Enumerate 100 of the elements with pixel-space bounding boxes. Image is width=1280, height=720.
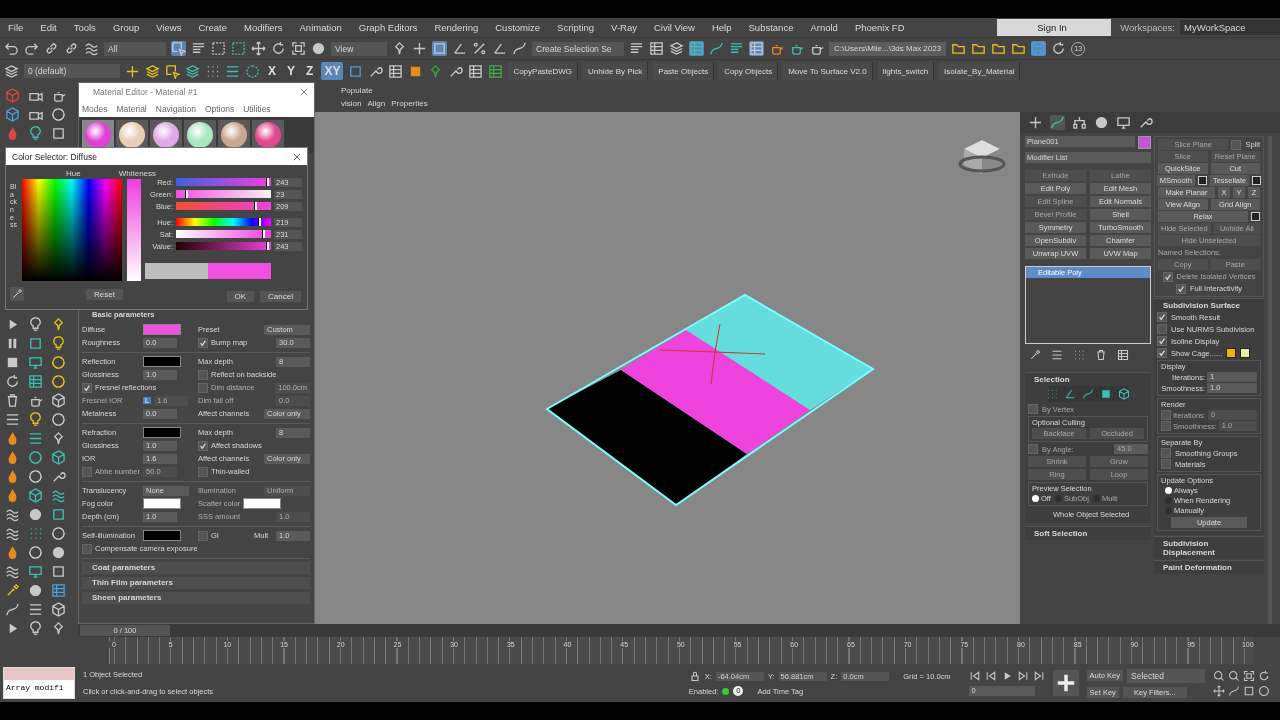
skip-forward-icon[interactable] — [1016, 670, 1029, 682]
redo-icon[interactable] — [24, 41, 39, 56]
reset-button[interactable]: Reset — [86, 288, 123, 300]
square-icon[interactable] — [1100, 388, 1112, 400]
list-icon[interactable] — [629, 41, 644, 56]
menu-item[interactable]: Create — [198, 22, 227, 33]
viewport[interactable] — [315, 112, 1020, 624]
lines-icon[interactable] — [28, 431, 43, 446]
ribbon-item[interactable]: vision — [341, 99, 362, 108]
settings-toggle-icon[interactable] — [1251, 212, 1260, 221]
table-icon[interactable] — [488, 63, 504, 79]
lines-icon[interactable] — [225, 63, 240, 79]
script-button[interactable]: Isolate_By_Material — [939, 62, 1021, 80]
curve-icon[interactable] — [709, 41, 724, 56]
cube-icon[interactable] — [28, 488, 43, 503]
angle-icon[interactable] — [452, 41, 467, 56]
pin-icon[interactable] — [51, 621, 66, 636]
checkbox[interactable] — [1157, 312, 1167, 322]
pin-icon[interactable] — [51, 431, 66, 446]
channel-slider[interactable] — [176, 230, 271, 238]
axis-constraint-button[interactable]: X — [265, 62, 279, 80]
ribbon-item[interactable]: Properties — [391, 99, 428, 108]
eyedropper-icon[interactable] — [1029, 349, 1041, 361]
checkbox[interactable] — [82, 543, 92, 554]
square-icon[interactable] — [28, 336, 43, 351]
ok-button[interactable]: OK — [226, 291, 255, 302]
color-swatch[interactable] — [143, 530, 181, 541]
move-icon[interactable] — [251, 41, 266, 56]
menu-item[interactable]: Help — [711, 22, 732, 33]
listener-input-field[interactable]: Array modifi — [4, 680, 74, 698]
selection-set-dropdown[interactable]: Create Selection Se — [532, 41, 624, 56]
folder-icon[interactable] — [1011, 41, 1027, 56]
chain-icon[interactable] — [44, 41, 59, 56]
hierarchy-icon[interactable] — [1072, 115, 1087, 130]
menu-item[interactable]: Phoenix FD — [854, 22, 905, 33]
cube-icon[interactable] — [51, 602, 66, 617]
rollout-header[interactable]: Subdivision Surface — [1157, 301, 1261, 310]
menu-item[interactable]: Options — [204, 104, 235, 114]
checkbox[interactable] — [1028, 404, 1038, 414]
monitor-icon[interactable] — [28, 355, 43, 370]
eyedropper-icon[interactable] — [10, 287, 24, 301]
axis-constraint-button[interactable]: Z — [303, 62, 317, 80]
channel-slider[interactable] — [176, 218, 271, 226]
checkbox[interactable] — [82, 382, 92, 393]
dot-grid-icon[interactable] — [28, 526, 43, 541]
checkbox[interactable] — [198, 440, 208, 451]
menu-item[interactable]: Substance — [748, 22, 794, 33]
checkbox[interactable] — [1161, 410, 1171, 420]
bulb-icon[interactable] — [28, 621, 43, 636]
close-icon[interactable] — [300, 88, 308, 96]
settings-toggle-icon[interactable] — [1197, 176, 1207, 185]
layers-icon[interactable] — [145, 63, 160, 79]
script-button[interactable]: CopyPasteDWG — [508, 62, 579, 80]
checkbox[interactable] — [1157, 324, 1167, 334]
squiggle-icon[interactable] — [51, 488, 66, 503]
rotate-icon[interactable] — [5, 374, 20, 389]
square-icon[interactable] — [51, 126, 66, 141]
script-button[interactable]: Unhide By Pick — [583, 62, 649, 80]
eyedropper-icon[interactable] — [5, 583, 20, 598]
dashed-square-icon[interactable] — [231, 41, 246, 56]
lines-icon[interactable] — [5, 412, 20, 427]
rollout-header[interactable]: Selection — [1028, 375, 1148, 384]
menu-item[interactable]: Scripting — [557, 22, 595, 33]
menu-item[interactable]: Animation — [299, 22, 342, 33]
lines-icon[interactable] — [1051, 349, 1063, 361]
sign-in-button[interactable]: Sign In — [997, 19, 1112, 36]
curve-icon[interactable] — [5, 602, 20, 617]
menu-item[interactable]: Views — [156, 22, 182, 33]
color-swatch[interactable] — [143, 356, 181, 367]
bulb-icon[interactable] — [28, 412, 43, 427]
plane-drawing[interactable] — [545, 293, 875, 507]
crosshair-icon[interactable] — [412, 41, 427, 56]
table-icon[interactable] — [1117, 349, 1129, 361]
table-icon[interactable] — [749, 41, 764, 56]
layers-icon[interactable] — [185, 63, 200, 79]
plus-icon[interactable] — [1052, 670, 1079, 696]
curve-icon[interactable] — [1082, 388, 1094, 400]
cage-color-swatch[interactable] — [1226, 348, 1237, 358]
table-icon[interactable] — [649, 41, 664, 56]
table-icon[interactable] — [468, 63, 484, 79]
checkbox[interactable] — [198, 466, 208, 477]
cube-icon[interactable] — [1118, 388, 1130, 400]
bulb-icon[interactable] — [28, 317, 43, 332]
trash-icon[interactable] — [5, 393, 20, 408]
checkbox[interactable] — [198, 369, 208, 380]
squiggle-icon[interactable] — [5, 507, 20, 522]
dot-grid-icon[interactable] — [1046, 388, 1058, 400]
bulb-icon[interactable] — [28, 126, 43, 141]
layers-icon[interactable] — [669, 41, 684, 56]
menu-item[interactable]: Customize — [495, 22, 541, 33]
checkbox[interactable] — [1231, 139, 1242, 150]
dot-grid-icon[interactable] — [205, 63, 220, 79]
ribbon-tab[interactable]: Populate — [341, 86, 1020, 95]
menu-item[interactable]: V-Ray — [611, 22, 637, 33]
angle-icon[interactable] — [492, 41, 507, 56]
menu-item[interactable]: Navigation — [155, 104, 196, 114]
scale-icon[interactable] — [1243, 669, 1255, 682]
square-icon[interactable] — [51, 564, 66, 579]
squiggle-icon[interactable] — [5, 526, 20, 541]
plus-icon[interactable] — [125, 63, 140, 79]
